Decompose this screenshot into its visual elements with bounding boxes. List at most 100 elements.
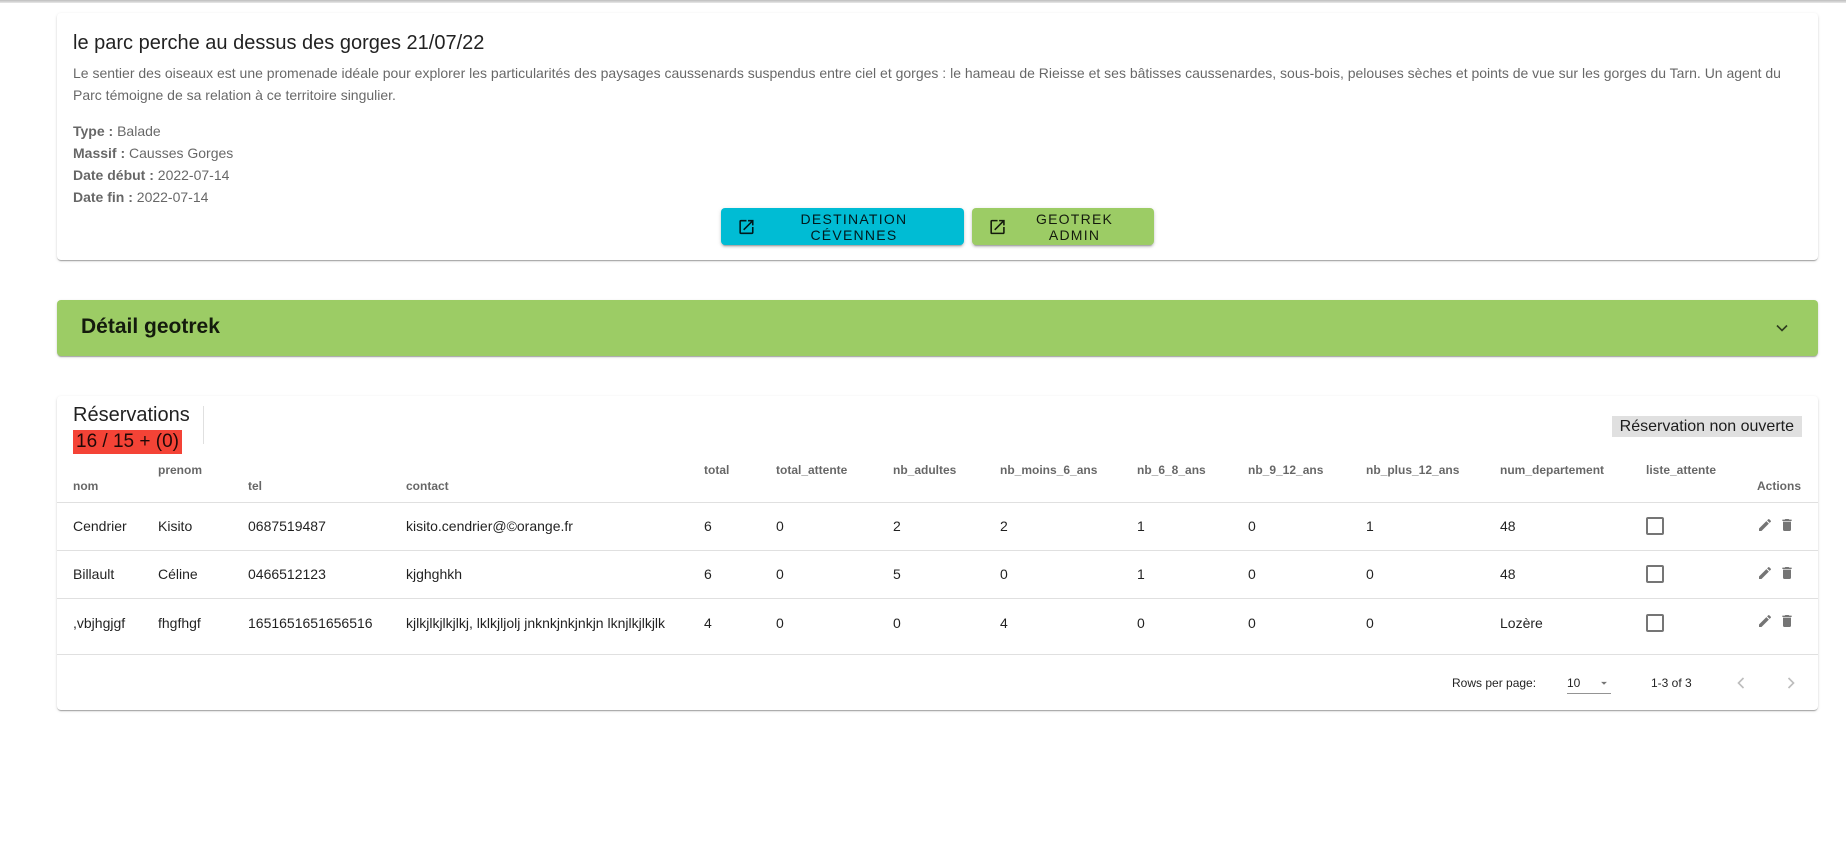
dropdown-arrow-icon bbox=[1601, 681, 1607, 685]
delete-icon[interactable] bbox=[1779, 613, 1795, 629]
next-page-icon[interactable] bbox=[1781, 673, 1801, 693]
header-nb-moins-6-ans[interactable]: nb_moins_6_ans bbox=[984, 454, 1121, 502]
event-date-fin: Date fin : 2022-07-14 bbox=[73, 189, 209, 205]
header-nb-9-12-ans[interactable]: nb_9_12_ans bbox=[1232, 454, 1350, 502]
detail-geotrek-panel[interactable]: Détail geotrek bbox=[57, 300, 1818, 356]
header-nb-plus-12-ans[interactable]: nb_plus_12_ans bbox=[1350, 454, 1484, 502]
pagination-range: 1-3 of 3 bbox=[1651, 676, 1692, 690]
cell-nb-6-8-ans: 1 bbox=[1121, 501, 1232, 550]
reservations-count-badge: 16 / 15 + (0) bbox=[73, 430, 182, 454]
event-info-card: le parc perche au dessus des gorges 21/0… bbox=[57, 13, 1818, 260]
cell-nb-9-12-ans: 0 bbox=[1232, 501, 1350, 550]
cell-nb-moins-6-ans: 4 bbox=[984, 597, 1121, 647]
edit-icon[interactable] bbox=[1757, 517, 1773, 533]
geotrek-admin-label: Geotrek admin bbox=[1035, 210, 1114, 243]
cell-nb-moins-6-ans: 0 bbox=[984, 549, 1121, 598]
header-total[interactable]: total bbox=[688, 454, 760, 502]
cell-nb-moins-6-ans: 2 bbox=[984, 501, 1121, 550]
cell-actions bbox=[1741, 501, 1818, 550]
panel-title: Détail geotrek bbox=[81, 315, 220, 338]
table-row: Billault Céline 0466512123 kjghghkh 6 0 5 0 1 0 0 4… bbox=[57, 549, 1818, 598]
header-prenom[interactable]: prenom bbox=[142, 454, 232, 502]
cell-prenom: Céline bbox=[142, 549, 232, 598]
liste-attente-checkbox[interactable] bbox=[1646, 565, 1664, 584]
header-contact[interactable]: contact bbox=[390, 454, 688, 502]
reservations-table: nom prenom tel contact total total_atten… bbox=[57, 454, 1818, 647]
cell-tel: 0687519487 bbox=[232, 501, 390, 550]
reservation-status-chip: Réservation non ouverte bbox=[1611, 416, 1802, 437]
cell-actions bbox=[1741, 549, 1818, 598]
header-nom[interactable]: nom bbox=[57, 454, 142, 502]
table-header-row: nom prenom tel contact total total_atten… bbox=[57, 454, 1818, 502]
delete-icon[interactable] bbox=[1779, 565, 1795, 581]
delete-icon[interactable] bbox=[1779, 517, 1795, 533]
cell-nb-adultes: 2 bbox=[877, 501, 984, 550]
header-total-attente[interactable]: total_attente bbox=[760, 454, 877, 502]
cell-total-attente: 0 bbox=[760, 549, 877, 598]
open-in-new-icon bbox=[990, 219, 1005, 234]
cell-nb-6-8-ans: 0 bbox=[1121, 597, 1232, 647]
cell-liste-attente bbox=[1630, 549, 1741, 598]
cell-liste-attente bbox=[1630, 597, 1741, 647]
cell-nb-adultes: 5 bbox=[877, 549, 984, 598]
cell-contact: kisito.cendrier@©orange.fr bbox=[390, 501, 688, 550]
liste-attente-checkbox[interactable] bbox=[1646, 517, 1664, 536]
header-num-departement[interactable]: num_departement bbox=[1484, 454, 1630, 502]
liste-attente-checkbox[interactable] bbox=[1646, 613, 1664, 632]
reservations-card: Réservations 16 / 15 + (0) Réservation n… bbox=[57, 396, 1818, 710]
event-massif: Massif : Causses Gorges bbox=[73, 145, 234, 161]
event-title: le parc perche au dessus des gorges 21/0… bbox=[73, 32, 485, 54]
header-tel[interactable]: tel bbox=[232, 454, 390, 502]
cell-contact: kjlkjlkjlkjlkj, lklkjljolj jnknkjnkjnkjn… bbox=[390, 597, 688, 647]
chevron-down-icon bbox=[1776, 324, 1788, 332]
cell-nb-plus-12-ans: 0 bbox=[1350, 549, 1484, 598]
table-row: Cendrier Kisito 0687519487 kisito.cendrier@… bbox=[57, 501, 1818, 550]
rows-per-page-select[interactable]: 10 bbox=[1567, 668, 1611, 694]
previous-page-icon[interactable] bbox=[1731, 673, 1751, 693]
cell-contact: kjghghkh bbox=[390, 549, 688, 598]
rows-per-page-value: 10 bbox=[1567, 676, 1581, 690]
cell-nom: Cendrier bbox=[57, 501, 142, 550]
cell-liste-attente bbox=[1630, 501, 1741, 550]
destination-cevennes-button[interactable]: Destination Cévennes bbox=[721, 208, 964, 245]
open-in-new-icon bbox=[739, 219, 754, 234]
cell-tel: 0466512123 bbox=[232, 549, 390, 598]
cell-nb-plus-12-ans: 1 bbox=[1350, 501, 1484, 550]
header-actions: Actions bbox=[1757, 478, 1802, 493]
table-row: ,vbjhgjgf fhgfhgf 1651651651656516 kjlkjlkj… bbox=[57, 597, 1818, 647]
app-bar-shadow bbox=[0, 0, 1846, 3]
event-description: Le sentier des oiseaux est une promenade… bbox=[73, 65, 1781, 103]
destination-cevennes-label: Destination Cévennes bbox=[800, 210, 908, 243]
header-liste-attente[interactable]: liste_attente bbox=[1630, 454, 1741, 502]
cell-total-attente: 0 bbox=[760, 501, 877, 550]
cell-nb-9-12-ans: 0 bbox=[1232, 549, 1350, 598]
cell-total: 4 bbox=[688, 597, 760, 647]
event-type: Type : Balade bbox=[73, 123, 161, 139]
cell-num-departement: 48 bbox=[1484, 501, 1630, 550]
edit-icon[interactable] bbox=[1757, 565, 1773, 581]
cell-nb-6-8-ans: 1 bbox=[1121, 549, 1232, 598]
cell-prenom: Kisito bbox=[142, 501, 232, 550]
header-nb-6-8-ans[interactable]: nb_6_8_ans bbox=[1121, 454, 1232, 502]
edit-icon[interactable] bbox=[1757, 613, 1773, 629]
cell-nom: Billault bbox=[57, 549, 142, 598]
cell-nb-adultes: 0 bbox=[877, 597, 984, 647]
rows-per-page-label: Rows per page: bbox=[1452, 676, 1537, 690]
cell-nb-plus-12-ans: 0 bbox=[1350, 597, 1484, 647]
cell-prenom: fhgfhgf bbox=[142, 597, 232, 647]
header-nb-adultes[interactable]: nb_adultes bbox=[877, 454, 984, 502]
geotrek-admin-button[interactable]: Geotrek admin bbox=[972, 208, 1154, 245]
cell-nb-9-12-ans: 0 bbox=[1232, 597, 1350, 647]
event-date-debut: Date début : 2022-07-14 bbox=[73, 167, 230, 183]
title-divider bbox=[203, 406, 204, 444]
cell-total: 6 bbox=[688, 501, 760, 550]
reservations-title: Réservations bbox=[73, 404, 190, 426]
cell-tel: 1651651651656516 bbox=[232, 597, 390, 647]
table-footer: Rows per page: 10 1-3 of 3 bbox=[57, 654, 1818, 710]
cell-num-departement: Lozère bbox=[1484, 597, 1630, 647]
cell-actions bbox=[1741, 597, 1818, 647]
cell-num-departement: 48 bbox=[1484, 549, 1630, 598]
cell-nom: ,vbjhgjgf bbox=[57, 597, 142, 647]
cell-total: 6 bbox=[688, 549, 760, 598]
cell-total-attente: 0 bbox=[760, 597, 877, 647]
